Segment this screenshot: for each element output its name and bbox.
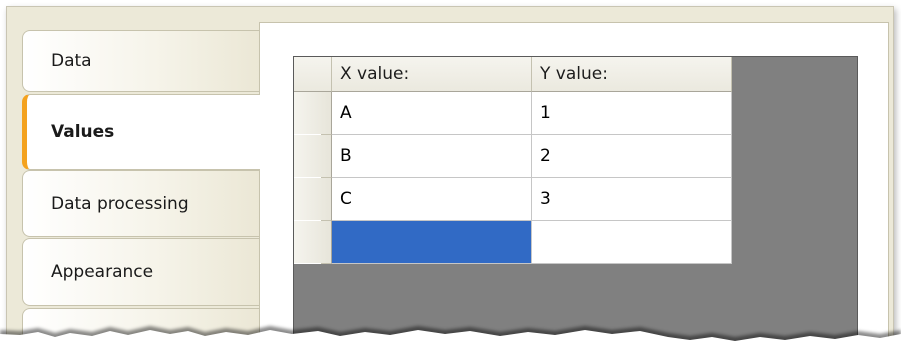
cell-text: A bbox=[340, 103, 352, 123]
grid-corner-header[interactable] bbox=[294, 57, 332, 92]
tab-label: Data bbox=[51, 51, 92, 71]
cell-x-value[interactable]: B bbox=[332, 135, 532, 178]
tab-data-processing[interactable]: Data processing bbox=[22, 170, 260, 237]
column-header-y-value[interactable]: Y value: bbox=[532, 57, 732, 92]
cell-y-value[interactable]: 3 bbox=[532, 178, 732, 221]
column-header-label: Y value: bbox=[540, 64, 608, 84]
cell-text: C bbox=[340, 189, 352, 209]
cell-y-value[interactable]: 1 bbox=[532, 92, 732, 135]
tab-values[interactable]: Values bbox=[22, 94, 260, 170]
tab-label: Values bbox=[51, 122, 115, 142]
column-header-x-value[interactable]: X value: bbox=[332, 57, 532, 92]
row-header[interactable] bbox=[294, 221, 332, 264]
column-header-label: X value: bbox=[340, 64, 410, 84]
cell-text: 3 bbox=[540, 189, 551, 209]
properties-dialog: Data Values Data processing Appearance X… bbox=[0, 0, 901, 360]
cell-text: 1 bbox=[540, 103, 551, 123]
row-header[interactable] bbox=[294, 178, 332, 221]
tab-label: Appearance bbox=[51, 262, 154, 282]
cell-text: 2 bbox=[540, 146, 551, 166]
row-header[interactable] bbox=[294, 92, 332, 135]
tab-data[interactable]: Data bbox=[22, 30, 260, 92]
tab-more[interactable] bbox=[22, 308, 260, 360]
cell-text: B bbox=[340, 146, 352, 166]
cell-y-value[interactable] bbox=[532, 221, 732, 264]
tab-label: Data processing bbox=[51, 193, 189, 214]
cell-x-value[interactable]: A bbox=[332, 92, 532, 135]
cell-x-value-selected[interactable] bbox=[332, 221, 532, 264]
row-header[interactable] bbox=[294, 135, 332, 178]
cell-y-value[interactable]: 2 bbox=[532, 135, 732, 178]
values-grid[interactable]: X value: Y value: A 1 B 2 C 3 bbox=[293, 56, 858, 360]
tab-appearance[interactable]: Appearance bbox=[22, 238, 260, 306]
cell-x-value[interactable]: C bbox=[332, 178, 532, 221]
